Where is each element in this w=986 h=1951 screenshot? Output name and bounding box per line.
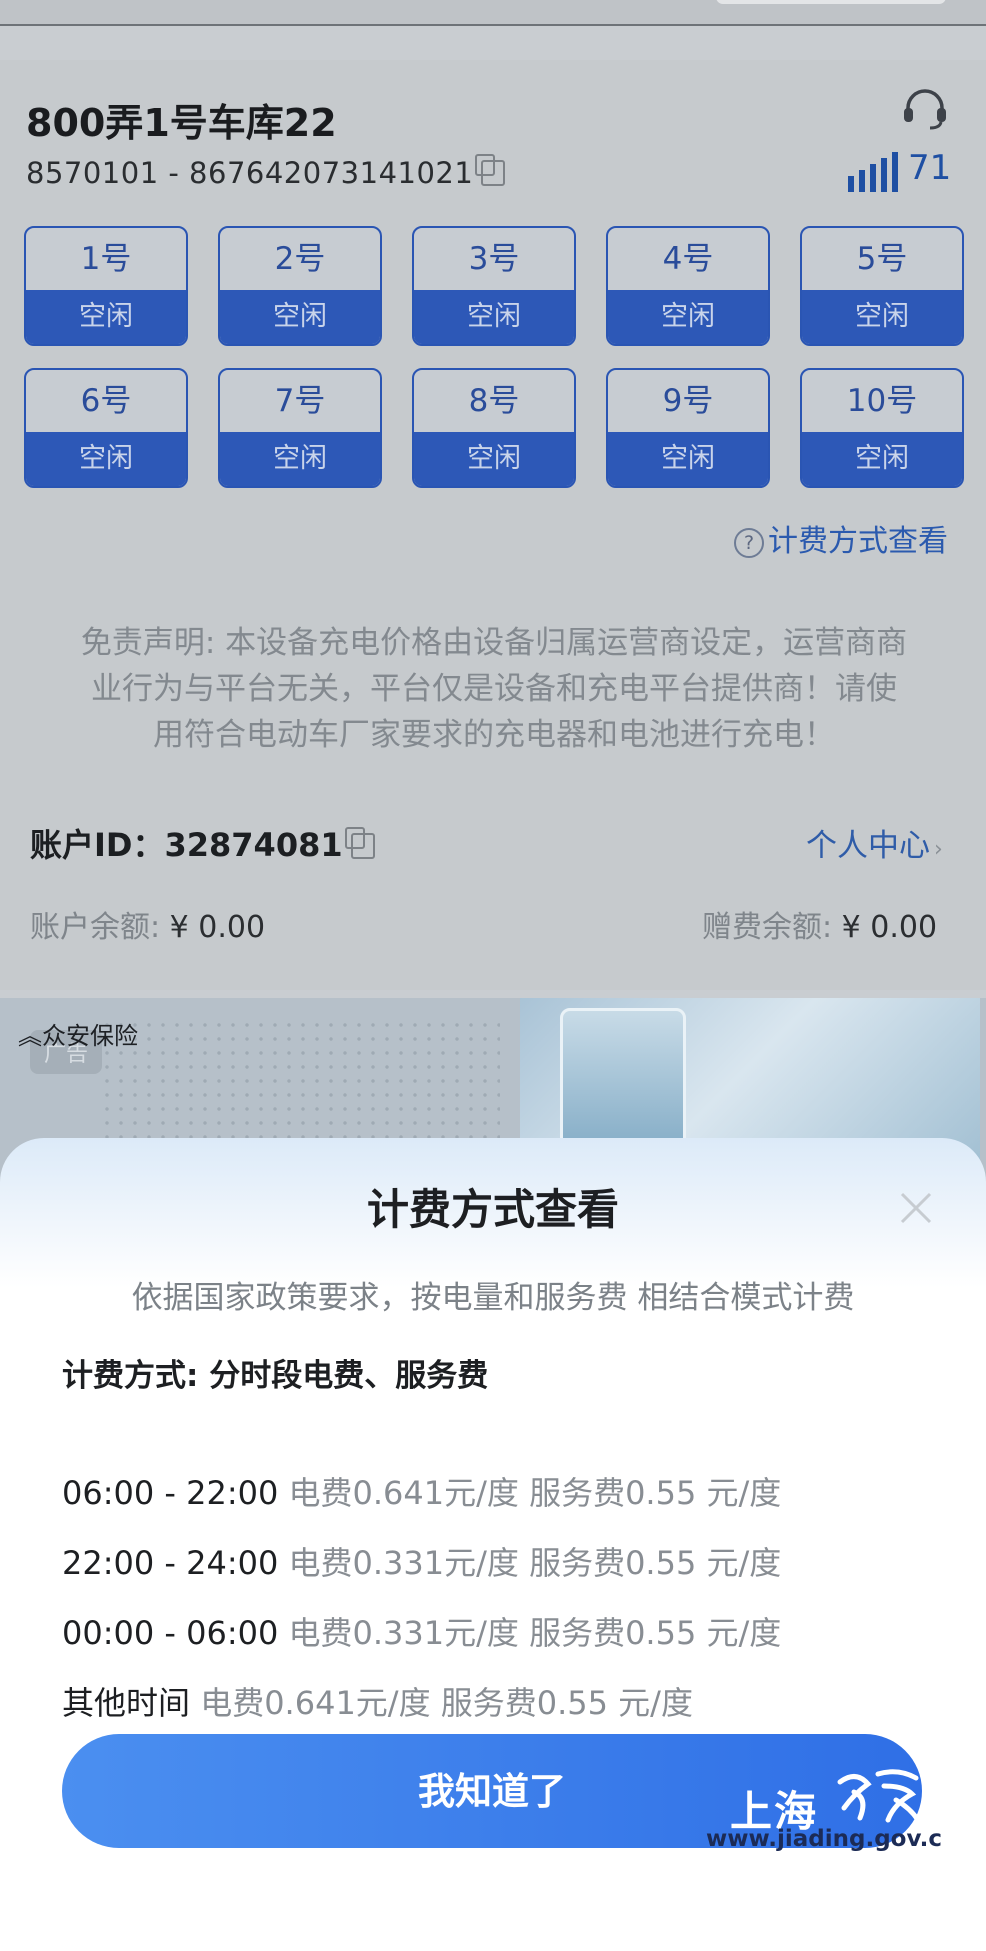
port-2[interactable]: 2号 空闲 [218, 226, 382, 346]
port-6[interactable]: 6号 空闲 [24, 368, 188, 488]
policy-text: 依据国家政策要求，按电量和服务费 相结合模式计费 [131, 1280, 855, 1316]
headset-icon[interactable] [900, 86, 950, 130]
search-pill [716, 0, 946, 4]
port-number: 5号 [856, 241, 908, 277]
port-3[interactable]: 3号 空闲 [412, 226, 576, 346]
collapse-icon[interactable]: ︽ [18, 1022, 42, 1050]
port-7[interactable]: 7号 空闲 [218, 368, 382, 488]
chevron-right-icon: › [934, 837, 943, 862]
rate-time: 22:00 - 24:00 [62, 1544, 279, 1582]
copy-icon[interactable] [475, 154, 506, 186]
port-number: 1号 [80, 241, 132, 277]
ad-label: ︽众安保险 [18, 1016, 138, 1051]
port-number: 9号 [662, 383, 714, 419]
port-5[interactable]: 5号 空闲 [800, 226, 964, 346]
port-status: 空闲 [802, 290, 962, 344]
gift-value: ¥ 0.00 [841, 910, 938, 945]
rate-row: 00:00 - 06:00 电费0.331元/度 服务费0.55 元/度 [62, 1608, 781, 1654]
disclaimer-line: 用符合电动车厂家要求的充电器和电池进行充电！ [153, 717, 835, 753]
port-number: 7号 [274, 383, 326, 419]
port-status: 空闲 [26, 290, 186, 344]
port-9[interactable]: 9号 空闲 [606, 368, 770, 488]
rate-time: 00:00 - 06:00 [62, 1614, 279, 1652]
port-status: 空闲 [414, 290, 574, 344]
port-number: 4号 [662, 241, 714, 277]
disclaimer: 免责声明: 本设备充电价格由设备归属运营商设定，运营商商 业行为与平台无关，平台… [24, 620, 964, 758]
device-code-text: 8570101 - 867642073141021 [26, 156, 474, 190]
gift-balance: 赠费余额: ¥ 0.00 [702, 902, 937, 946]
balance-label: 账户余额: [30, 910, 161, 945]
personal-center-label: 个人中心 [806, 828, 930, 864]
account-balance: 账户余额: ¥ 0.00 [30, 902, 265, 946]
rate-time: 其他时间 [62, 1684, 191, 1722]
port-status: 空闲 [26, 432, 186, 486]
port-1[interactable]: 1号 空闲 [24, 226, 188, 346]
device-title: 800弄1号车库22 [26, 101, 337, 145]
watermark-url: www.jiading.gov.c [706, 1826, 942, 1852]
port-10[interactable]: 10号 空闲 [800, 368, 964, 488]
port-status: 空闲 [608, 432, 768, 486]
port-number: 10号 [846, 383, 918, 419]
rate-desc: 电费0.331元/度 服务费0.55 元/度 [288, 1544, 782, 1582]
ad-label-text: 众安保险 [42, 1022, 138, 1050]
port-4[interactable]: 4号 空闲 [606, 226, 770, 346]
port-status: 空闲 [220, 432, 380, 486]
personal-center-link[interactable]: 个人中心 › [806, 820, 943, 865]
rate-desc: 电费0.331元/度 服务费0.55 元/度 [288, 1614, 782, 1652]
port-8[interactable]: 8号 空闲 [412, 368, 576, 488]
port-status: 空闲 [220, 290, 380, 344]
question-icon: ? [734, 528, 764, 558]
disclaimer-line: 免责声明: 本设备充电价格由设备归属运营商设定，运营商商 [80, 625, 908, 661]
watermark-logo [837, 1769, 921, 1823]
copy-icon[interactable] [344, 827, 375, 859]
port-number: 8号 [468, 383, 520, 419]
billing-link-label: 计费方式查看 [768, 524, 948, 559]
port-number: 3号 [468, 241, 520, 277]
rate-time: 06:00 - 22:00 [62, 1474, 279, 1512]
rate-desc: 电费0.641元/度 服务费0.55 元/度 [200, 1684, 693, 1722]
gift-label: 赠费余额: [702, 910, 833, 945]
modal-title: 计费方式查看 [366, 1185, 619, 1234]
account-id: 账户ID：32874081 [30, 820, 375, 866]
disclaimer-line: 业行为与平台无关，平台仅是设备和充电平台提供商！请使 [91, 671, 897, 707]
account-id-label: 账户ID： [30, 826, 165, 864]
balance-value: ¥ 0.00 [169, 910, 266, 945]
signal-value: 71 [908, 148, 952, 188]
rate-row: 06:00 - 22:00 电费0.641元/度 服务费0.55 元/度 [62, 1468, 781, 1514]
signal-icon [848, 152, 898, 192]
port-status: 空闲 [414, 432, 574, 486]
port-status: 空闲 [802, 432, 962, 486]
port-number: 6号 [80, 383, 132, 419]
billing-method-link[interactable]: ? 计费方式查看 [734, 516, 948, 560]
rate-row: 其他时间 电费0.641元/度 服务费0.55 元/度 [62, 1678, 693, 1724]
rate-row: 22:00 - 24:00 电费0.331元/度 服务费0.55 元/度 [62, 1538, 781, 1584]
billing-mode: 计费方式: 分时段电费、服务费 [62, 1358, 489, 1394]
rate-desc: 电费0.641元/度 服务费0.55 元/度 [288, 1474, 782, 1512]
close-icon[interactable] [894, 1186, 938, 1230]
port-number: 2号 [274, 241, 326, 277]
top-bar [0, 0, 986, 26]
device-code: 8570101 - 867642073141021 [26, 154, 506, 190]
account-id-value: 32874081 [164, 826, 343, 864]
port-status: 空闲 [608, 290, 768, 344]
